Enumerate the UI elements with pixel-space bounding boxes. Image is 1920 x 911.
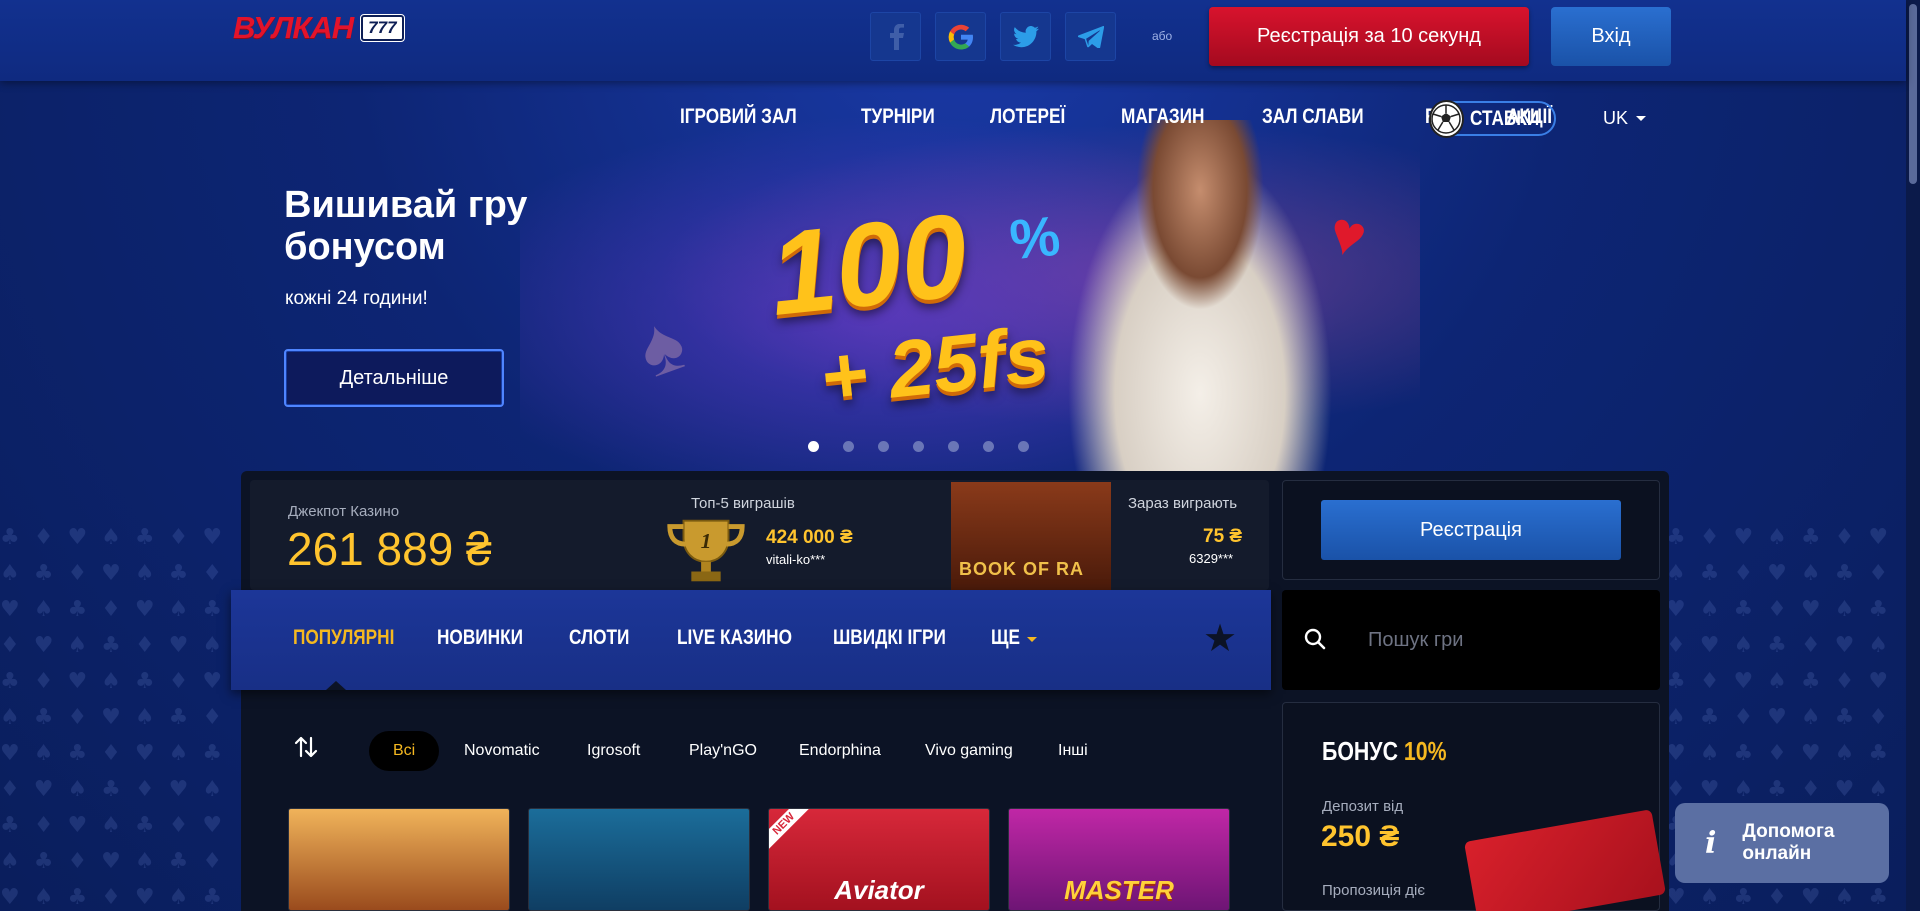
slider-dot[interactable] — [948, 441, 959, 452]
offer-label: Пропозиція діє — [1322, 882, 1425, 899]
provider-vivo-gaming[interactable]: Vivo gaming — [925, 731, 1013, 771]
now-winning-label: Зараз виграють — [1128, 495, 1238, 512]
provider-playngo[interactable]: Play'nGO — [689, 731, 757, 771]
now-winning-game-title: BOOK OF RA — [959, 559, 1084, 579]
game-card[interactable] — [288, 808, 510, 911]
hero-model-image — [1050, 120, 1350, 471]
search-icon[interactable] — [1303, 627, 1327, 651]
nav-game-hall[interactable]: ІГРОВИЙ ЗАЛ — [680, 105, 797, 129]
telegram-login-button[interactable] — [1065, 12, 1116, 61]
provider-igrosoft[interactable]: Igrosoft — [587, 731, 640, 771]
scrollbar-thumb[interactable] — [1909, 4, 1917, 184]
chevron-down-icon — [1636, 116, 1647, 121]
suit-pattern-left: ♣♦♥♠♣♦♥♠♣♦♥♠♣♦♥♠♣♦♥♠♣♦♥♠♣♦♥♠♣♦♥♠♣♦♥♠♣♦♥♠… — [0, 525, 237, 910]
now-winning-amount: 75 ₴ — [1203, 526, 1243, 547]
jackpot-value: 261 889 ₴ — [287, 523, 492, 575]
facebook-login-button[interactable] — [870, 12, 921, 61]
twitter-icon — [1012, 25, 1039, 47]
login-button[interactable]: Вхід — [1551, 7, 1671, 66]
promo-percent-sign: % — [1006, 203, 1063, 272]
social-login-group — [870, 12, 1116, 61]
svg-text:1: 1 — [701, 529, 712, 553]
google-login-button[interactable] — [935, 12, 986, 61]
game-card[interactable]: MASTER — [1008, 808, 1230, 911]
hero-slider-dots — [808, 441, 1029, 452]
register-button[interactable]: Реєстрація за 10 секунд — [1209, 7, 1529, 66]
slider-dot[interactable] — [843, 441, 854, 452]
game-title: MASTER — [1064, 875, 1174, 905]
provider-all[interactable]: Всі — [369, 731, 440, 771]
or-separator: або — [1152, 29, 1173, 43]
telegram-icon — [1077, 25, 1104, 48]
slider-dot[interactable] — [983, 441, 994, 452]
top5-label: Топ-5 виграшів — [691, 495, 795, 512]
nav-bets-label: СТАВКИ — [1469, 106, 1539, 130]
game-card[interactable]: NEW Aviator — [768, 808, 990, 911]
nav-bets[interactable]: СТАВКИ — [1429, 99, 1556, 138]
language-label: UK — [1603, 108, 1629, 128]
game-card[interactable] — [528, 808, 750, 911]
language-selector[interactable]: UK — [1603, 108, 1647, 129]
nav-hall-of-fame[interactable]: ЗАЛ СЛАВИ — [1262, 105, 1364, 129]
top5-user: vitali-ko*** — [766, 552, 826, 567]
game-title: Aviator — [834, 875, 924, 905]
soccer-ball-icon — [1429, 99, 1464, 138]
chevron-down-icon — [1027, 637, 1037, 642]
hero-subtitle: кожні 24 години! — [285, 288, 428, 309]
new-badge: NEW — [769, 809, 813, 853]
nav-lotteries[interactable]: ЛОТЕРЕЇ — [990, 105, 1065, 129]
hero-title: Вишивай гру бонусом — [284, 184, 528, 268]
site-header: ВУЛКАН 777 або Реєстрація за 10 секунд В… — [0, 0, 1906, 81]
slider-dot[interactable] — [1018, 441, 1029, 452]
deposit-value: 250 ₴ — [1321, 820, 1400, 853]
tab-slots[interactable]: СЛОТИ — [569, 626, 629, 650]
bonus-percent: 10% — [1403, 736, 1447, 766]
tab-live-casino[interactable]: LIVE КАЗИНО — [677, 626, 792, 650]
slider-dot[interactable] — [913, 441, 924, 452]
search-input[interactable] — [1368, 625, 1628, 655]
logo-text: ВУЛКАН — [233, 10, 354, 45]
bonus-title: БОНУС 10% — [1322, 736, 1447, 767]
jackpot-label: Джекпот Казино — [288, 503, 400, 520]
sidebar-register-button[interactable]: Реєстрація — [1321, 500, 1621, 560]
favorites-star-icon[interactable]: ★ — [1203, 620, 1237, 658]
tab-new[interactable]: НОВИНКИ — [437, 626, 523, 650]
tab-more[interactable]: ЩЕ — [991, 626, 1020, 650]
promo-percent-value: 100 — [763, 189, 974, 341]
hero-details-button[interactable]: Детальніше — [284, 349, 504, 407]
tab-popular[interactable]: ПОПУЛЯРНІ — [293, 626, 394, 650]
slider-dot[interactable] — [808, 441, 819, 452]
info-icon: i — [1705, 825, 1717, 861]
trophy-icon: 1 — [662, 514, 750, 586]
logo-badge: 777 — [360, 14, 405, 42]
now-winning-user: 6329*** — [1189, 551, 1234, 566]
twitter-login-button[interactable] — [1000, 12, 1051, 61]
provider-endorphina[interactable]: Endorphina — [799, 731, 881, 771]
provider-other[interactable]: Інші — [1058, 731, 1088, 771]
help-label: Допомога онлайн — [1742, 821, 1835, 864]
google-icon — [948, 24, 973, 49]
page-scrollbar[interactable] — [1906, 0, 1920, 911]
nav-shop[interactable]: МАГАЗИН — [1121, 105, 1204, 129]
slider-dot[interactable] — [878, 441, 889, 452]
provider-novomatic[interactable]: Novomatic — [464, 731, 540, 771]
tab-fast-games[interactable]: ШВИДКІ ІГРИ — [833, 626, 946, 650]
facebook-icon — [889, 23, 904, 50]
nav-tournaments[interactable]: ТУРНІРИ — [861, 105, 935, 129]
help-online-button[interactable]: i Допомога онлайн — [1675, 803, 1889, 883]
now-winning-game-thumbnail[interactable]: BOOK OF RA — [951, 482, 1111, 590]
deposit-label: Депозит від — [1322, 798, 1404, 815]
top5-amount: 424 000 ₴ — [766, 527, 853, 548]
active-tab-pointer — [326, 681, 346, 690]
bonus-title-text: БОНУС — [1322, 736, 1398, 766]
site-logo[interactable]: ВУЛКАН 777 — [233, 8, 405, 48]
sort-icon[interactable] — [293, 734, 319, 760]
